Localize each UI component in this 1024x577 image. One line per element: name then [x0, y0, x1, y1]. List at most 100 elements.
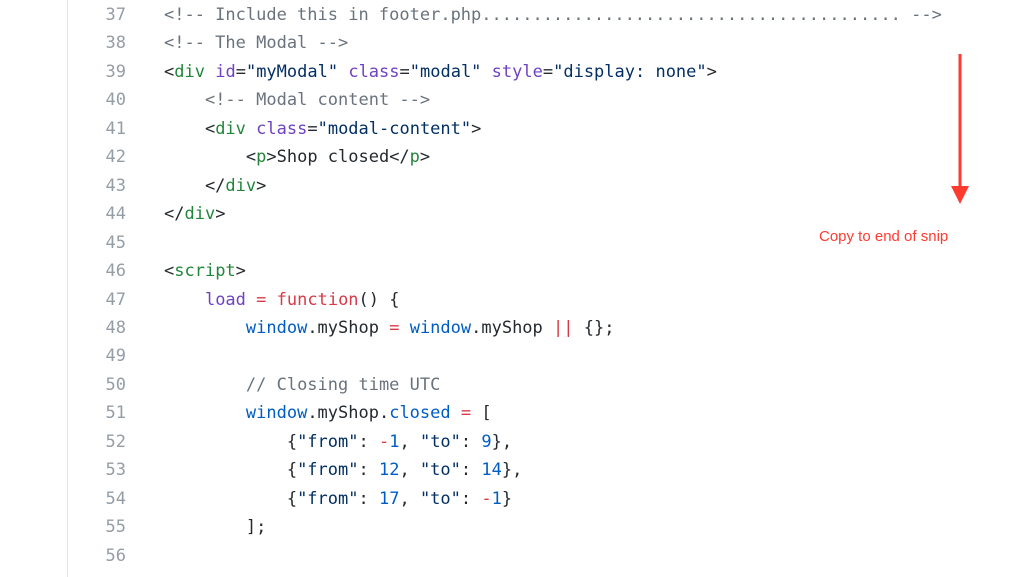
code-line: 48 window.myShop = window.myShop || {};	[0, 314, 1024, 342]
code-line: 50 // Closing time UTC	[0, 371, 1024, 399]
code-text: {"from": 17, "to": -1}	[164, 485, 512, 513]
line-number: 39	[105, 61, 126, 82]
line-number: 37	[105, 5, 126, 25]
code-text: ];	[164, 513, 266, 541]
code-token: .myShop	[471, 317, 554, 338]
code-line: 40 <!-- Modal content -->	[0, 86, 1024, 114]
code-line: 47 load = function() {	[0, 286, 1024, 314]
code-token: function	[276, 289, 359, 310]
code-line: 42 <p>Shop closed</p>	[0, 143, 1024, 171]
code-token: id	[215, 61, 236, 82]
code-token: div	[225, 175, 257, 196]
line-number: 43	[105, 175, 126, 196]
code-token: div	[174, 61, 205, 82]
code-token: =	[399, 61, 410, 82]
code-token: class	[348, 61, 400, 82]
code-token: [	[471, 403, 492, 424]
code-token: <!-- Include this in footer.php.........…	[164, 5, 942, 25]
code-token: ,	[399, 488, 420, 509]
code-token: =	[460, 403, 472, 424]
code-token: div	[215, 118, 246, 139]
line-number: 45	[105, 232, 126, 253]
code-token: <	[164, 118, 216, 139]
line-number: 54	[105, 488, 126, 509]
code-token: </	[164, 204, 185, 225]
code-text: load = function() {	[164, 286, 400, 314]
code-token: <!-- The Modal -->	[164, 33, 349, 54]
code-token: {	[164, 488, 298, 509]
code-text: <div id="myModal" class="modal" style="d…	[164, 58, 717, 86]
code-token: "from"	[297, 431, 359, 452]
code-token: {	[164, 431, 298, 452]
code-token: {	[164, 460, 298, 481]
code-token: div	[184, 204, 216, 225]
line-number: 52	[105, 431, 126, 452]
code-token: :	[358, 488, 379, 509]
code-token: </	[164, 175, 226, 196]
code-text: // Closing time UTC	[164, 371, 440, 399]
line-number: 47	[105, 289, 126, 310]
code-text: {"from": 12, "to": 14},	[164, 456, 523, 484]
code-token: 1	[389, 431, 400, 452]
code-token: ||	[553, 317, 574, 338]
code-token: :	[460, 488, 482, 509]
code-token: "to"	[419, 431, 461, 452]
code-line: 46 <script>	[0, 257, 1024, 285]
code-token: p	[409, 147, 420, 168]
code-line: 52 {"from": -1, "to": 9},	[0, 428, 1024, 456]
code-line: 53 {"from": 12, "to": 14},	[0, 456, 1024, 484]
code-token: () {	[358, 289, 400, 310]
code-text: <!-- Include this in footer.php.........…	[164, 1, 942, 29]
code-line: 51 window.myShop.closed = [	[0, 399, 1024, 427]
line-number: 50	[105, 374, 126, 395]
code-token: 14	[481, 460, 502, 481]
code-token: <	[164, 147, 257, 168]
line-number: 42	[105, 147, 126, 168]
line-number: 41	[105, 118, 126, 139]
code-token: 9	[481, 431, 492, 452]
code-token: "modal-content"	[317, 118, 472, 139]
code-token: >	[471, 118, 482, 139]
code-token: >Shop closed</	[266, 147, 410, 168]
code-token: script	[174, 261, 236, 282]
code-text: <p>Shop closed</p>	[164, 143, 430, 171]
code-token: window	[409, 317, 472, 338]
code-text: </div>	[164, 172, 266, 200]
code-token: :	[460, 460, 482, 481]
code-token: :	[460, 431, 482, 452]
line-number: 46	[105, 261, 126, 282]
code-token: "myModal"	[245, 61, 339, 82]
code-token: style	[491, 61, 543, 82]
line-number: 38	[105, 33, 126, 54]
code-text: </div>	[164, 200, 225, 228]
code-token: class	[256, 118, 308, 139]
line-number: 40	[105, 90, 126, 111]
line-number: 48	[105, 317, 126, 338]
code-token: closed	[389, 403, 451, 424]
code-token: ,	[399, 460, 420, 481]
line-number: 53	[105, 460, 126, 481]
code-token: window	[245, 317, 308, 338]
code-text: window.myShop.closed = [	[164, 399, 492, 427]
code-token: p	[256, 147, 267, 168]
code-token: load	[204, 289, 246, 310]
code-token: .myShop.	[307, 403, 390, 424]
code-text: <!-- Modal content -->	[164, 86, 430, 114]
line-number: 44	[105, 204, 126, 225]
code-token: -	[481, 488, 492, 509]
code-line: 37 <!-- Include this in footer.php.......…	[0, 1, 1024, 29]
code-token: >	[256, 175, 267, 196]
code-token: >	[706, 61, 717, 82]
annotation-label: Copy to end of snip	[819, 228, 949, 245]
code-token: 17	[378, 488, 400, 509]
code-token: >	[419, 147, 431, 168]
code-token: <!-- Modal content -->	[204, 90, 431, 111]
